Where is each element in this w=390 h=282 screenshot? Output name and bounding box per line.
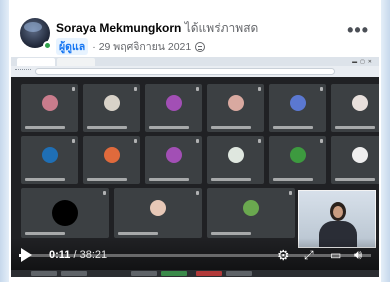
participant-avatar bbox=[165, 147, 182, 164]
post-card: Soraya Mekmungkorn ได้แพร่ภาพสด ผู้ดูแล … bbox=[9, 0, 381, 282]
play-icon[interactable] bbox=[19, 248, 33, 262]
participant-tile bbox=[207, 188, 295, 238]
participant-tile bbox=[114, 188, 202, 238]
author-name[interactable]: Soraya Mekmungkorn bbox=[56, 21, 181, 35]
current-time: 0:11 bbox=[49, 249, 71, 261]
participant-name-label bbox=[149, 126, 189, 129]
muted-mic-icon bbox=[258, 87, 261, 91]
participant-avatar bbox=[227, 95, 244, 112]
taskbar-item bbox=[196, 271, 222, 276]
browser-tab-strip bbox=[11, 57, 379, 66]
participant-name-label bbox=[25, 232, 65, 235]
participant-tile bbox=[207, 136, 264, 184]
participant-tile bbox=[207, 84, 264, 132]
participant-avatar bbox=[52, 200, 78, 226]
participant-tile bbox=[269, 84, 326, 132]
muted-mic-icon bbox=[103, 191, 106, 195]
participant-tile bbox=[83, 136, 140, 184]
taskbar-item bbox=[31, 271, 57, 276]
participant-tile bbox=[83, 84, 140, 132]
participant-name-label bbox=[211, 232, 251, 235]
participant-name-label bbox=[118, 232, 158, 235]
participant-name-label bbox=[335, 178, 375, 181]
participant-name-label bbox=[25, 178, 65, 181]
browser-tab bbox=[57, 58, 95, 66]
participant-avatar bbox=[351, 95, 368, 112]
os-taskbar bbox=[11, 270, 379, 277]
participant-tile bbox=[21, 136, 78, 184]
muted-mic-icon bbox=[134, 139, 137, 143]
browser-chrome: ▬▢✕ bbox=[11, 57, 379, 77]
muted-mic-icon bbox=[320, 87, 323, 91]
participant-avatar bbox=[227, 147, 244, 164]
participant-avatar bbox=[351, 147, 368, 164]
taskbar-item bbox=[161, 271, 187, 276]
browser-url-bar bbox=[35, 68, 335, 75]
muted-mic-icon bbox=[289, 191, 292, 195]
participant-tile bbox=[21, 188, 109, 238]
browser-nav-icons bbox=[15, 69, 31, 74]
participant-name-label bbox=[273, 126, 313, 129]
participant-avatar bbox=[243, 200, 259, 216]
participant-name-label bbox=[87, 178, 127, 181]
meta-separator: · bbox=[92, 40, 96, 53]
post-meta: ผู้ดูแล · 29 พฤศจิกายน 2021 bbox=[56, 38, 206, 55]
post-date[interactable]: 29 พฤศจิกายน 2021 bbox=[99, 38, 192, 55]
participant-avatar bbox=[165, 95, 182, 112]
post-action-text: ได้แพร่ภาพสด bbox=[184, 21, 259, 35]
taskbar-item bbox=[61, 271, 87, 276]
participant-name-label bbox=[25, 126, 65, 129]
muted-mic-icon bbox=[196, 87, 199, 91]
participant-avatar bbox=[103, 147, 120, 164]
muted-mic-icon bbox=[196, 191, 199, 195]
online-status-dot bbox=[43, 41, 52, 50]
participant-name-label bbox=[211, 178, 251, 181]
page-edge-left bbox=[0, 0, 9, 282]
window-controls-icon: ▬▢✕ bbox=[352, 59, 375, 65]
captions-icon[interactable]: ▭ bbox=[330, 248, 341, 262]
muted-mic-icon bbox=[72, 87, 75, 91]
time-separator: / bbox=[70, 249, 80, 261]
post-title-line: Soraya Mekmungkorn ได้แพร่ภาพสด bbox=[56, 19, 258, 38]
settings-gear-icon[interactable]: ⚙ bbox=[277, 248, 290, 262]
browser-tab bbox=[17, 58, 55, 66]
muted-mic-icon bbox=[72, 139, 75, 143]
admin-role-badge: ผู้ดูแล bbox=[56, 38, 89, 55]
participant-avatar bbox=[103, 95, 120, 112]
participant-tile bbox=[331, 84, 379, 132]
participant-avatar bbox=[150, 200, 166, 216]
page-edge-right bbox=[381, 0, 390, 282]
participant-name-label bbox=[273, 178, 313, 181]
taskbar-item bbox=[226, 271, 252, 276]
participant-avatar bbox=[41, 95, 58, 112]
muted-mic-icon bbox=[320, 139, 323, 143]
participant-tile bbox=[145, 136, 202, 184]
muted-mic-icon bbox=[258, 139, 261, 143]
participant-tile bbox=[269, 136, 326, 184]
fullscreen-expand-icon[interactable]: ⤢ bbox=[304, 248, 314, 262]
participant-avatar bbox=[289, 95, 306, 112]
participant-name-label bbox=[335, 126, 375, 129]
public-globe-icon bbox=[195, 41, 206, 52]
muted-mic-icon bbox=[134, 87, 137, 91]
post-header: Soraya Mekmungkorn ได้แพร่ภาพสด ผู้ดูแล … bbox=[9, 0, 381, 57]
total-time: 38:21 bbox=[79, 249, 108, 261]
muted-mic-icon bbox=[196, 139, 199, 143]
participant-name-label bbox=[149, 178, 189, 181]
participant-tile bbox=[331, 136, 379, 184]
participant-name-label bbox=[211, 126, 251, 129]
participant-tile bbox=[21, 84, 78, 132]
video-time: 0:11 / 38:21 bbox=[49, 249, 107, 261]
volume-icon[interactable]: 🔊︎ bbox=[354, 248, 362, 262]
more-options-button[interactable]: ••• bbox=[347, 21, 369, 39]
participant-name-label bbox=[87, 126, 127, 129]
taskbar-item bbox=[131, 271, 157, 276]
live-video-player[interactable]: ▬▢✕ 0:11 / 38:21 ⚙ ⤢ ▭ 🔊︎ bbox=[11, 57, 379, 277]
participant-avatar bbox=[289, 147, 306, 164]
participant-avatar bbox=[41, 147, 58, 164]
participant-tile bbox=[145, 84, 202, 132]
